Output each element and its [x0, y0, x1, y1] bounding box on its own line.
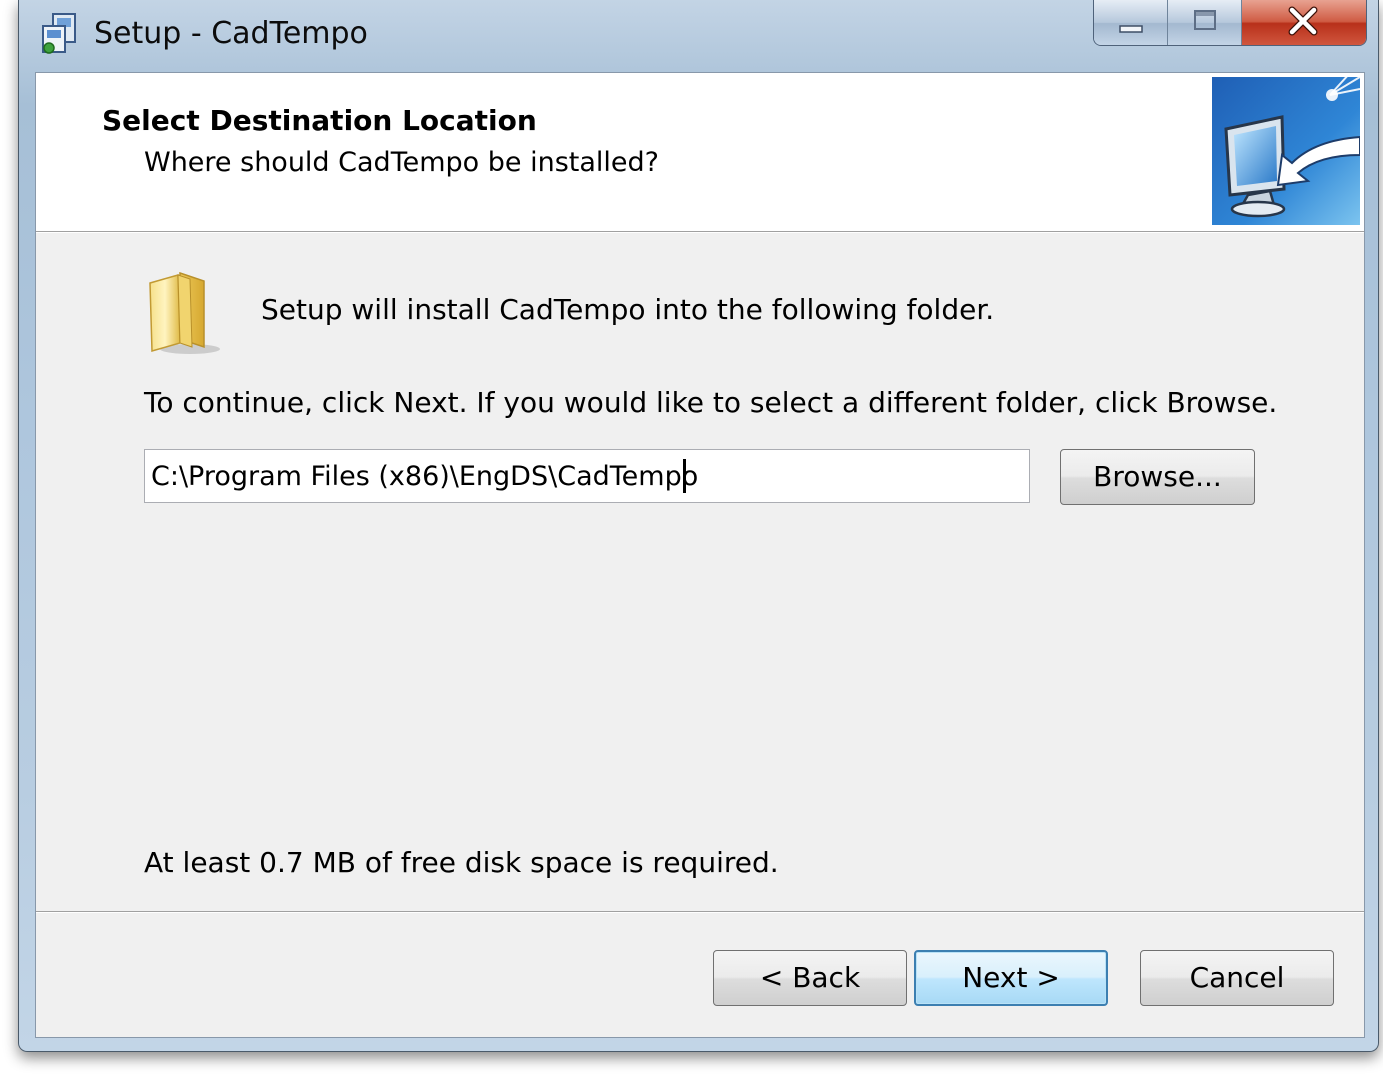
window-title: Setup - CadTempo: [94, 16, 368, 51]
close-button[interactable]: [1242, 0, 1366, 45]
cancel-button[interactable]: Cancel: [1140, 950, 1334, 1006]
destination-path-input[interactable]: [144, 449, 1030, 503]
footer-separator: [36, 911, 1364, 913]
folder-icon: [146, 267, 226, 357]
disk-space-requirement: At least 0.7 MB of free disk space is re…: [144, 846, 779, 879]
setup-window: Setup - CadTempo Select Destination Loca…: [18, 0, 1379, 1052]
wizard-header: Select Destination Location Where should…: [36, 72, 1364, 231]
install-folder-intro: Setup will install CadTempo into the fol…: [261, 293, 995, 326]
maximize-icon: [1194, 10, 1216, 30]
setup-app-icon: [39, 12, 81, 56]
text-caret: [683, 459, 686, 493]
continue-instructions: To continue, click Next. If you would li…: [144, 386, 1278, 419]
browse-button[interactable]: Browse...: [1060, 449, 1255, 505]
wizard-client-area: Select Destination Location Where should…: [35, 72, 1365, 1038]
maximize-button[interactable]: [1168, 0, 1242, 45]
page-title: Select Destination Location: [102, 104, 537, 137]
monitor-arrow-icon: [1212, 72, 1361, 225]
minimize-icon: [1119, 25, 1143, 33]
close-icon: [1288, 6, 1318, 36]
title-bar[interactable]: Setup - CadTempo: [19, 0, 1378, 72]
next-button[interactable]: Next >: [914, 950, 1108, 1006]
header-separator: [36, 231, 1364, 233]
minimize-button[interactable]: [1094, 0, 1168, 45]
page-subtitle: Where should CadTempo be installed?: [144, 147, 659, 178]
back-button[interactable]: < Back: [713, 950, 907, 1006]
caption-buttons: [1093, 0, 1367, 46]
